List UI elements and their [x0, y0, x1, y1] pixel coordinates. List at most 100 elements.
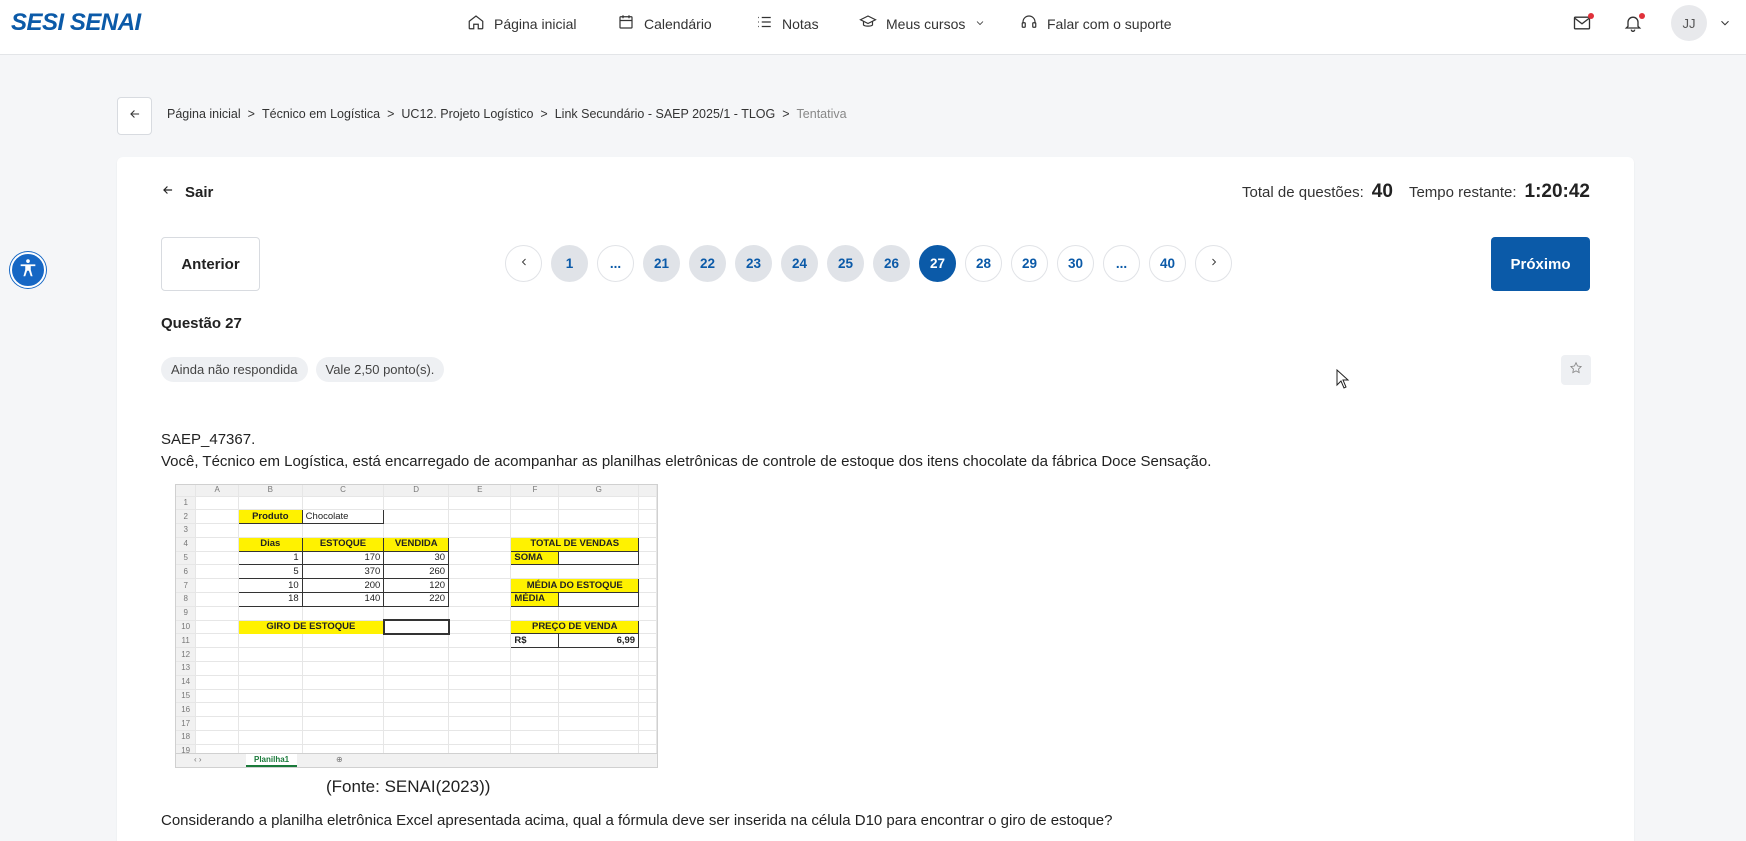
pager-next-button[interactable]: [1195, 245, 1232, 282]
pager-page[interactable]: 28: [965, 245, 1002, 282]
nav-support-label: Falar com o suporte: [1047, 15, 1172, 32]
time-remaining-value: 1:20:42: [1524, 181, 1591, 202]
flag-question-button[interactable]: [1561, 355, 1591, 385]
messages-button[interactable]: [1572, 13, 1594, 35]
cell-media-estoque: MÉDIA DO ESTOQUE: [510, 578, 640, 594]
pager-page[interactable]: 1: [551, 245, 588, 282]
question-text: Você, Técnico em Logística, está encarre…: [161, 453, 1212, 470]
breadcrumb-home[interactable]: Página inicial: [167, 107, 241, 121]
chevron-down-icon: [974, 16, 986, 32]
cell-total-vendas: TOTAL DE VENDAS: [510, 536, 640, 552]
exit-button[interactable]: Sair: [161, 183, 213, 201]
nav-home-label: Página inicial: [494, 15, 577, 32]
add-sheet-icon: ⊕: [336, 755, 343, 764]
cell-value: 200: [301, 578, 385, 594]
breadcrumb-course[interactable]: Técnico em Logística: [262, 107, 380, 121]
exit-label: Sair: [185, 183, 214, 201]
back-button[interactable]: [117, 97, 152, 135]
breadcrumb: Página inicial > Técnico em Logística > UC…: [167, 107, 847, 121]
notification-dot: [1639, 13, 1645, 19]
question-title: Questão 27: [161, 315, 242, 332]
previous-button[interactable]: Anterior: [161, 237, 260, 291]
nav-grades-label: Notas: [782, 15, 819, 32]
star-icon: [1569, 361, 1583, 380]
col-header: F: [510, 485, 560, 497]
cell-value: 1: [237, 550, 303, 566]
nav-grades[interactable]: Notas: [755, 13, 819, 34]
chevron-down-icon[interactable]: [1718, 16, 1732, 35]
cell-value: 30: [383, 550, 450, 566]
pager-prev-button[interactable]: [505, 245, 542, 282]
accessibility-button[interactable]: [10, 252, 46, 288]
cell-giro-estoque: GIRO DE ESTOQUE: [238, 620, 384, 634]
cell-currency: R$: [510, 633, 560, 649]
cell-value: 370: [301, 564, 385, 580]
sesi-senai-logo[interactable]: SESI SENAI: [11, 9, 141, 37]
pager-page[interactable]: 25: [827, 245, 864, 282]
cell-value: 10: [237, 578, 303, 594]
sheet-nav-arrows: ‹ ›: [194, 755, 202, 764]
chevron-right-icon: [1208, 256, 1220, 271]
col-header: D: [383, 485, 450, 497]
pager-page[interactable]: 40: [1149, 245, 1186, 282]
pager-page[interactable]: 22: [689, 245, 726, 282]
col-header: G: [558, 485, 640, 497]
notifications-button[interactable]: [1623, 13, 1645, 35]
nav-home[interactable]: Página inicial: [467, 13, 577, 34]
mail-icon: [1572, 16, 1592, 37]
pager-page[interactable]: 30: [1057, 245, 1094, 282]
status-badge: Ainda não respondida: [161, 357, 308, 382]
spreadsheet-grid: A B C D E F G 1 2 Produto Chocolate 3 4 Dia…: [176, 485, 657, 759]
question-source: (Fonte: SENAI(2023)): [326, 777, 491, 796]
user-avatar[interactable]: JJ: [1671, 5, 1707, 41]
cell-value: 120: [383, 578, 450, 594]
question-tags: Ainda não respondida Vale 2,50 ponto(s).: [161, 357, 445, 382]
cell-soma: SOMA: [510, 550, 560, 566]
pager-page[interactable]: 21: [643, 245, 680, 282]
nav-my-courses[interactable]: Meus cursos: [859, 13, 986, 34]
chevron-left-icon: [518, 256, 530, 271]
pager-ellipsis[interactable]: ...: [597, 245, 634, 282]
notification-dot: [1588, 13, 1594, 19]
cell-value: 260: [383, 564, 450, 580]
pager-page-current[interactable]: 27: [919, 245, 956, 282]
quiz-meta: Total de questões: 40 Tempo restante: 1:…: [1242, 181, 1590, 203]
next-button[interactable]: Próximo: [1491, 237, 1590, 291]
pager-page[interactable]: 26: [873, 245, 910, 282]
cell-value: 18: [237, 592, 303, 607]
breadcrumb-unit[interactable]: UC12. Projeto Logístico: [401, 107, 533, 121]
question-pager: 1 ... 21 22 23 24 25 26 27 28 29 30 ... …: [505, 245, 1232, 282]
home-icon: [467, 13, 485, 34]
top-navbar: SESI SENAI Página inicial Calendário Not…: [0, 0, 1746, 55]
cell-preco-venda: PREÇO DE VENDA: [510, 619, 640, 635]
total-questions-label: Total de questões:: [1242, 184, 1364, 201]
cell-header: Dias: [237, 536, 303, 552]
nav-calendar[interactable]: Calendário: [617, 13, 712, 34]
pager-page[interactable]: 24: [781, 245, 818, 282]
cell-value: 140: [301, 592, 385, 607]
nav-calendar-label: Calendário: [644, 15, 712, 32]
col-header: A: [195, 485, 239, 497]
pager-ellipsis[interactable]: ...: [1103, 245, 1140, 282]
question-code: SAEP_47367.: [161, 431, 256, 448]
pager-page[interactable]: 29: [1011, 245, 1048, 282]
cell-header: ESTOQUE: [301, 536, 385, 552]
mouse-cursor-icon: [1336, 368, 1350, 394]
cell-preco: 6,99: [558, 633, 640, 649]
cell-header: VENDIDA: [383, 536, 450, 552]
col-header: C: [302, 485, 385, 497]
cell-value: 220: [383, 592, 450, 607]
cell-value: 170: [301, 550, 385, 566]
accessibility-icon: [17, 257, 39, 284]
bell-icon: [1623, 16, 1643, 37]
graduation-cap-icon: [859, 13, 877, 34]
cell-media: MÉDIA: [510, 592, 560, 607]
col-header: B: [238, 485, 303, 497]
pager-page[interactable]: 23: [735, 245, 772, 282]
spreadsheet-image: A B C D E F G 1 2 Produto Chocolate 3 4 Dia…: [175, 484, 658, 768]
calendar-icon: [617, 13, 635, 34]
total-questions-value: 40: [1371, 181, 1393, 202]
nav-my-courses-label: Meus cursos: [886, 15, 966, 32]
breadcrumb-link[interactable]: Link Secundário - SAEP 2025/1 - TLOG: [555, 107, 776, 121]
nav-support[interactable]: Falar com o suporte: [1020, 13, 1172, 34]
